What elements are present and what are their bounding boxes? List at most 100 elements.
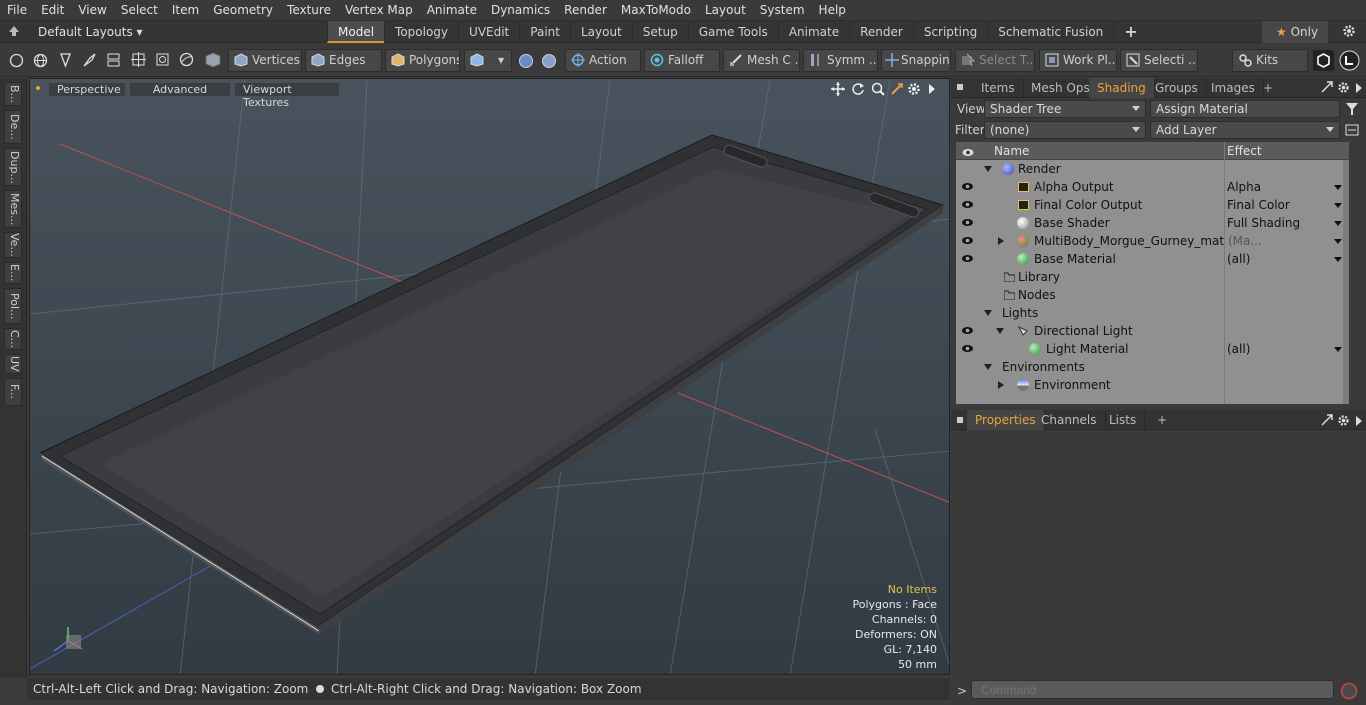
menu-vertex-map[interactable]: Vertex Map <box>338 0 420 21</box>
column-effect-header[interactable]: Effect <box>1227 144 1262 158</box>
add-panel-tab-plus-icon[interactable]: + <box>1149 410 1175 430</box>
visibility-eye-icon[interactable] <box>962 326 973 335</box>
3d-viewport[interactable]: Perspective Advanced Viewport Textures N… <box>29 78 950 675</box>
panel-gear-icon[interactable] <box>1337 414 1350 430</box>
panel-arrow-icon[interactable] <box>1355 82 1363 97</box>
snap-sphere-icon[interactable] <box>518 53 534 72</box>
tab-topology[interactable]: Topology <box>384 21 458 43</box>
circle-select-icon[interactable] <box>9 53 24 71</box>
tab-channels[interactable]: Channels <box>1033 410 1106 430</box>
perspective-button[interactable]: Perspective <box>48 82 126 97</box>
work-plane-button[interactable]: Work Pl... <box>1039 49 1117 72</box>
assign-material-button[interactable]: Assign Material <box>1150 100 1340 118</box>
maximize-view-icon[interactable] <box>890 82 904 99</box>
left-tab-fusion[interactable]: F... <box>4 378 22 406</box>
move-view-icon[interactable] <box>831 82 845 99</box>
unity-icon[interactable] <box>1313 50 1334 74</box>
vertices-button[interactable]: Vertices <box>228 49 302 72</box>
viewport-textures-button[interactable]: Viewport Textures <box>234 82 340 109</box>
layout-selector[interactable]: Default Layouts ▾ <box>38 21 143 43</box>
rotate-view-icon[interactable] <box>851 82 865 99</box>
snapping-button[interactable]: Snapping <box>881 49 951 72</box>
tab-lists[interactable]: Lists <box>1101 410 1146 430</box>
pen-icon[interactable] <box>58 52 73 71</box>
menu-geometry[interactable]: Geometry <box>206 0 280 21</box>
list-options-icon[interactable] <box>1345 123 1359 140</box>
menu-view[interactable]: View <box>71 0 113 21</box>
menu-render[interactable]: Render <box>557 0 614 21</box>
filter-funnel-icon[interactable] <box>1345 102 1359 119</box>
add-tab-plus-icon[interactable]: + <box>1113 21 1147 43</box>
viewport-gear-icon[interactable] <box>907 82 921 99</box>
menu-layout[interactable]: Layout <box>698 0 753 21</box>
effect-dropdown[interactable]: (all) <box>1227 340 1349 358</box>
visibility-eye-icon[interactable] <box>962 218 973 227</box>
tab-items[interactable]: Items <box>973 78 1024 98</box>
visibility-eye-icon[interactable] <box>962 200 973 209</box>
mesh-constraint-button[interactable]: Mesh C ... <box>723 49 800 72</box>
polygons-button[interactable]: Polygons <box>385 49 460 72</box>
visibility-eye-icon[interactable] <box>962 254 973 263</box>
tree-row-base-shader[interactable]: Base Shader Full Shading <box>956 214 1349 232</box>
tree-row-multibody-material[interactable]: MultiBody_Morgue_Gurney_mat (Ma... <box>956 232 1349 250</box>
layout-arrow-icon[interactable] <box>8 25 20 37</box>
tab-groups[interactable]: Groups <box>1147 78 1207 98</box>
tree-row-final-color-output[interactable]: Final Color Output Final Color <box>956 196 1349 214</box>
tab-game-tools[interactable]: Game Tools <box>687 21 778 43</box>
frame-icon[interactable] <box>155 52 170 71</box>
left-tab-uv[interactable]: UV <box>4 354 22 374</box>
tree-row-library[interactable]: Library <box>956 268 1349 286</box>
tree-row-alpha-output[interactable]: Alpha Output Alpha <box>956 178 1349 196</box>
add-layer-dropdown[interactable]: Add Layer <box>1150 121 1340 139</box>
tree-row-nodes[interactable]: Nodes <box>956 286 1349 304</box>
panel-menu-icon[interactable] <box>957 417 963 423</box>
left-tab-duplicate[interactable]: Dup... <box>4 148 22 186</box>
tab-layout[interactable]: Layout <box>569 21 632 43</box>
align-icon[interactable] <box>106 52 121 71</box>
tab-setup[interactable]: Setup <box>631 21 688 43</box>
tree-row-render[interactable]: Render <box>956 160 1349 178</box>
selection-sets-button[interactable]: Selecti ... <box>1120 49 1198 72</box>
tab-render[interactable]: Render <box>849 21 913 43</box>
viewport-expand-arrow-icon[interactable] <box>927 82 937 99</box>
tab-schematic-fusion[interactable]: Schematic Fusion <box>987 21 1113 43</box>
tree-row-environments[interactable]: Environments <box>956 358 1349 376</box>
tree-row-light-material[interactable]: Light Material (all) <box>956 340 1349 358</box>
effect-dropdown[interactable]: Final Color <box>1227 196 1349 214</box>
menu-item[interactable]: Item <box>165 0 206 21</box>
visibility-eye-icon[interactable] <box>962 344 973 353</box>
menu-help[interactable]: Help <box>812 0 853 21</box>
effect-dropdown[interactable]: (all) <box>1227 250 1349 268</box>
menu-select[interactable]: Select <box>114 0 165 21</box>
expand-right-icon[interactable] <box>998 237 1004 245</box>
tree-row-base-material[interactable]: Base Material (all) <box>956 250 1349 268</box>
effect-dropdown[interactable]: Full Shading <box>1227 214 1349 232</box>
add-panel-tab-plus-icon[interactable]: + <box>1255 78 1281 98</box>
globe-icon[interactable] <box>33 53 48 71</box>
panel-maximize-icon[interactable] <box>1321 81 1333 96</box>
gear-icon[interactable] <box>1342 24 1356 38</box>
menu-texture[interactable]: Texture <box>280 0 338 21</box>
expand-down-icon[interactable] <box>984 364 992 370</box>
left-tab-curve[interactable]: C... <box>4 328 22 350</box>
grid-icon[interactable] <box>131 52 146 71</box>
effect-dropdown[interactable]: Alpha <box>1227 178 1349 196</box>
brush-icon[interactable] <box>82 52 97 71</box>
panel-gear-icon[interactable] <box>1337 81 1350 97</box>
left-tab-basic[interactable]: B... <box>4 82 22 106</box>
kits-button[interactable]: Kits <box>1232 49 1308 72</box>
tab-shading[interactable]: Shading <box>1089 78 1155 98</box>
visibility-eye-icon[interactable] <box>962 182 973 191</box>
action-center-button[interactable]: Action <box>565 49 641 72</box>
tab-model[interactable]: Model <box>327 21 385 43</box>
panel-maximize-icon[interactable] <box>1321 414 1333 429</box>
command-input[interactable] <box>971 680 1334 699</box>
panel-arrow-icon[interactable] <box>1355 415 1363 430</box>
zoom-view-icon[interactable] <box>871 82 885 99</box>
select-through-button[interactable]: Select T... <box>955 49 1035 72</box>
sphere-icon[interactable] <box>179 52 194 71</box>
tab-uvedit[interactable]: UVEdit <box>458 21 519 43</box>
viewport-scene[interactable] <box>30 79 950 675</box>
menu-system[interactable]: System <box>753 0 812 21</box>
tab-mesh-ops[interactable]: Mesh Ops <box>1023 78 1099 98</box>
